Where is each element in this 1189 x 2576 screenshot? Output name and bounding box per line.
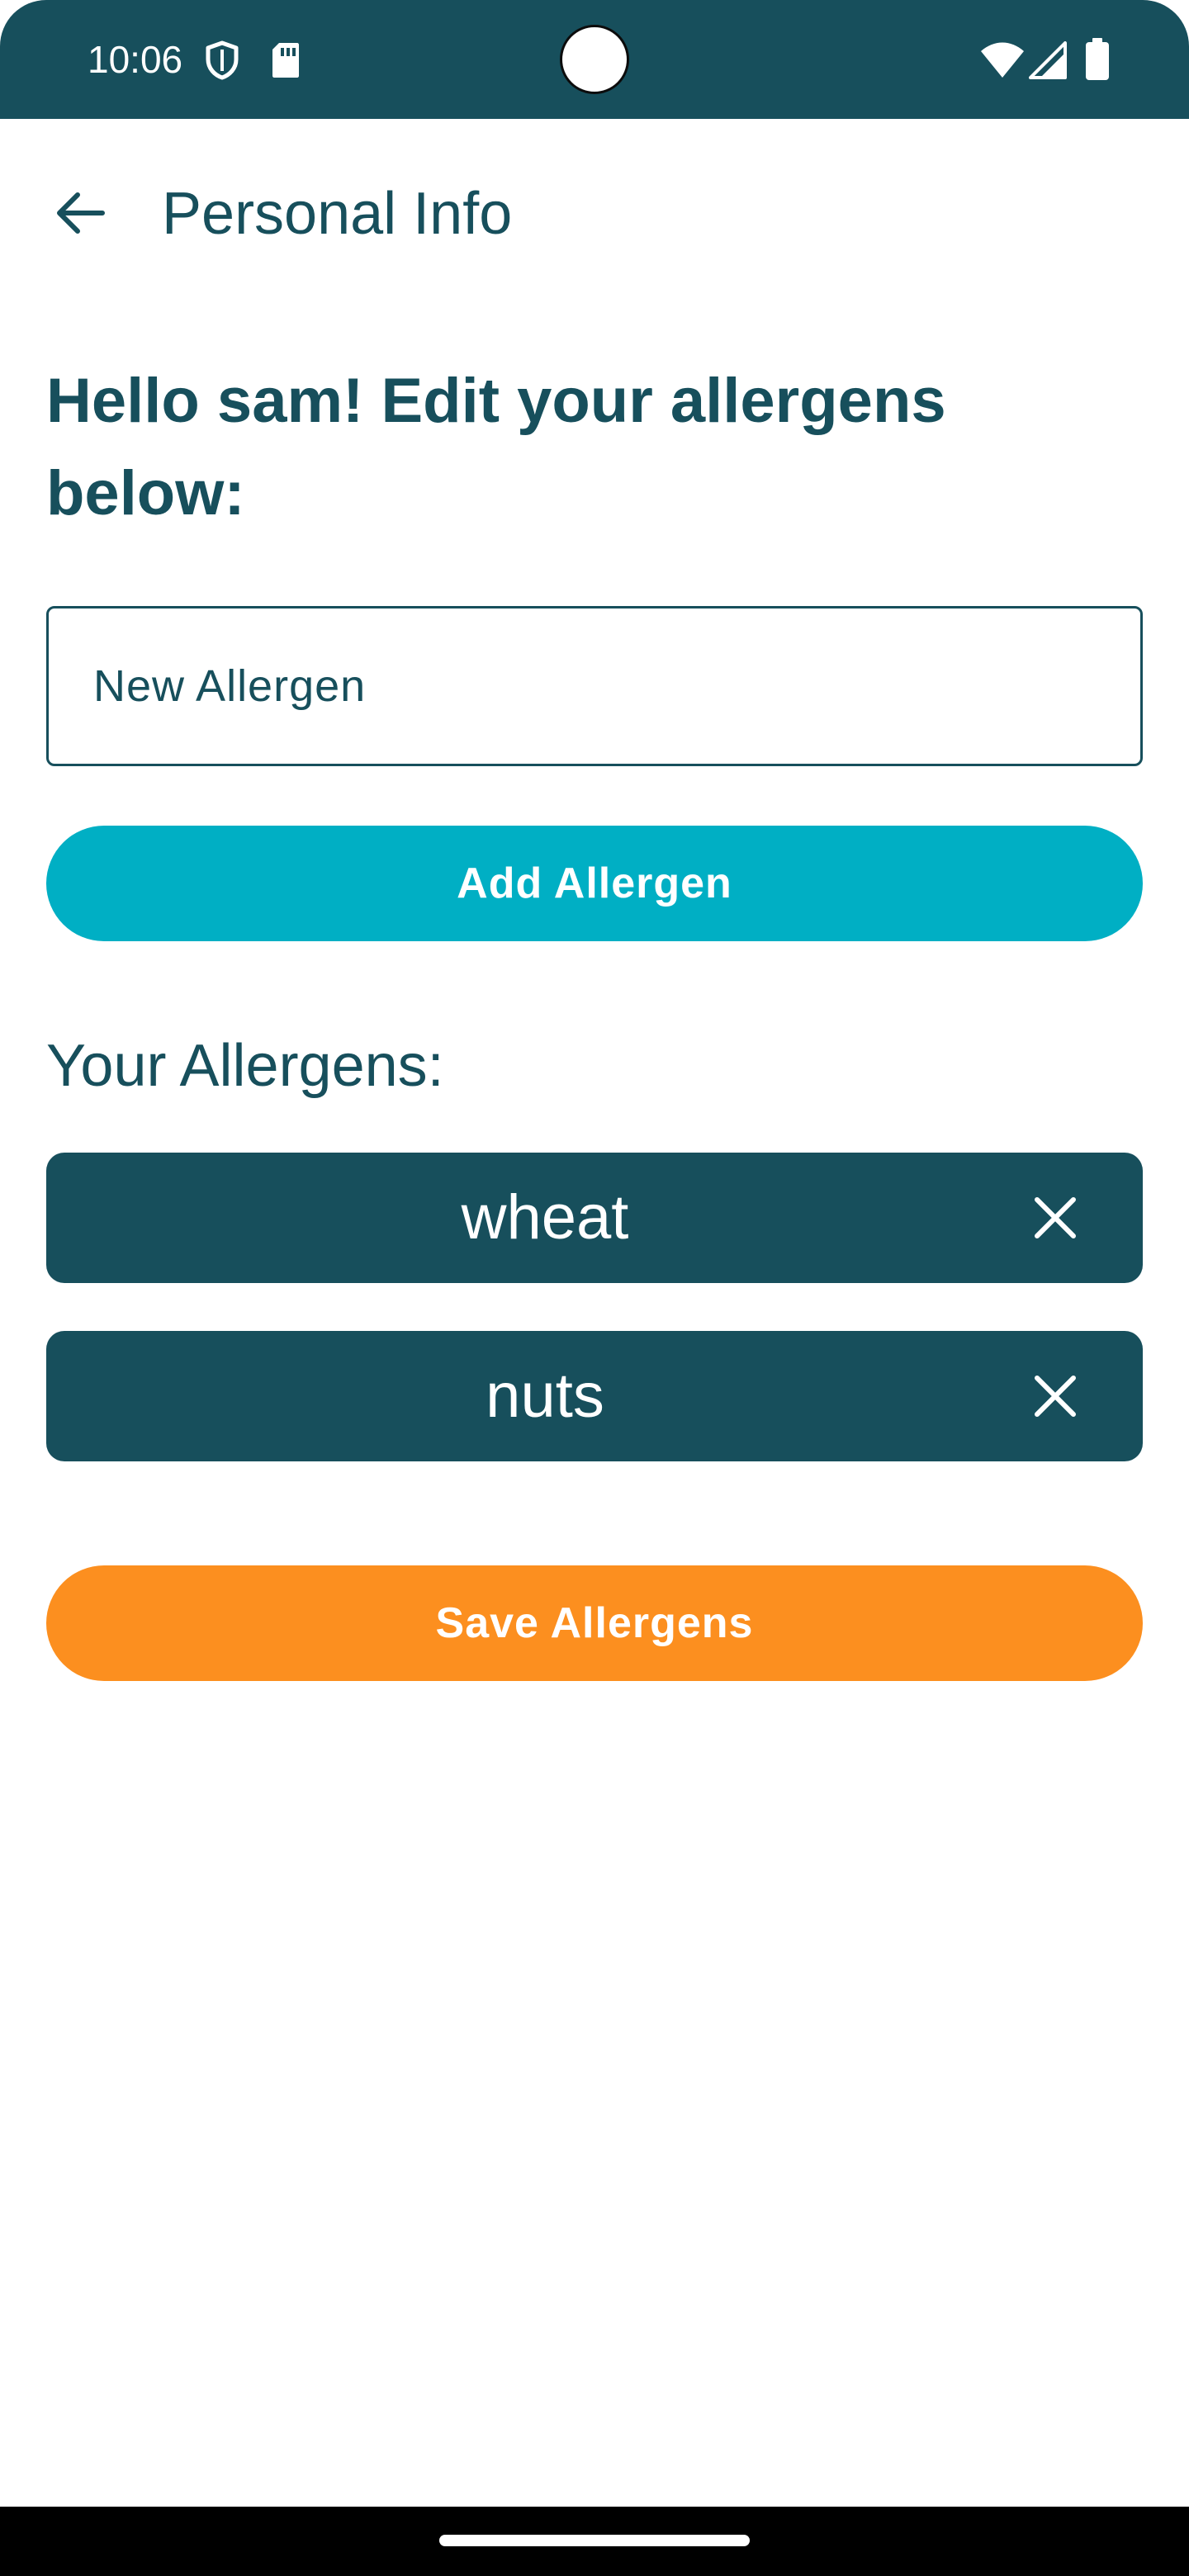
remove-allergen-nuts-button[interactable]: [1022, 1363, 1088, 1429]
close-icon: [1035, 1197, 1076, 1238]
allergen-chip-label: wheat: [461, 1182, 629, 1252]
status-time: 10:06: [88, 38, 183, 81]
battery-icon: [1086, 38, 1109, 80]
cellular-signal-icon: [1029, 41, 1067, 79]
greeting-heading: Hello sam! Edit your allergens below:: [46, 366, 946, 528]
page-title: Personal Info: [162, 181, 513, 247]
arrow-left-icon: [57, 192, 105, 234]
add-allergen-button[interactable]: Add Allergen: [46, 826, 1143, 941]
personal-info-screen: 10:06 Personal Info Hello sam! Edit your…: [0, 0, 1189, 2576]
wifi-icon: [981, 42, 1024, 78]
save-allergens-button[interactable]: Save Allergens: [46, 1565, 1143, 1681]
system-navigation-bar: [0, 2507, 1189, 2576]
shield-icon: [206, 40, 239, 80]
remove-allergen-wheat-button[interactable]: [1022, 1185, 1088, 1251]
close-icon: [1035, 1376, 1076, 1417]
allergen-list: wheat nuts: [46, 1153, 1143, 1509]
allergen-chip-wheat: wheat: [46, 1153, 1143, 1283]
sd-card-icon: [272, 43, 299, 78]
back-button[interactable]: [41, 173, 121, 253]
your-allergens-heading: Your Allergens:: [46, 1033, 444, 1099]
home-indicator[interactable]: [439, 2535, 750, 2546]
allergen-chip-nuts: nuts: [46, 1331, 1143, 1461]
camera-cutout: [560, 25, 629, 94]
status-bar: 10:06: [0, 0, 1189, 119]
new-allergen-input[interactable]: [46, 606, 1143, 766]
allergen-chip-label: nuts: [486, 1361, 604, 1431]
